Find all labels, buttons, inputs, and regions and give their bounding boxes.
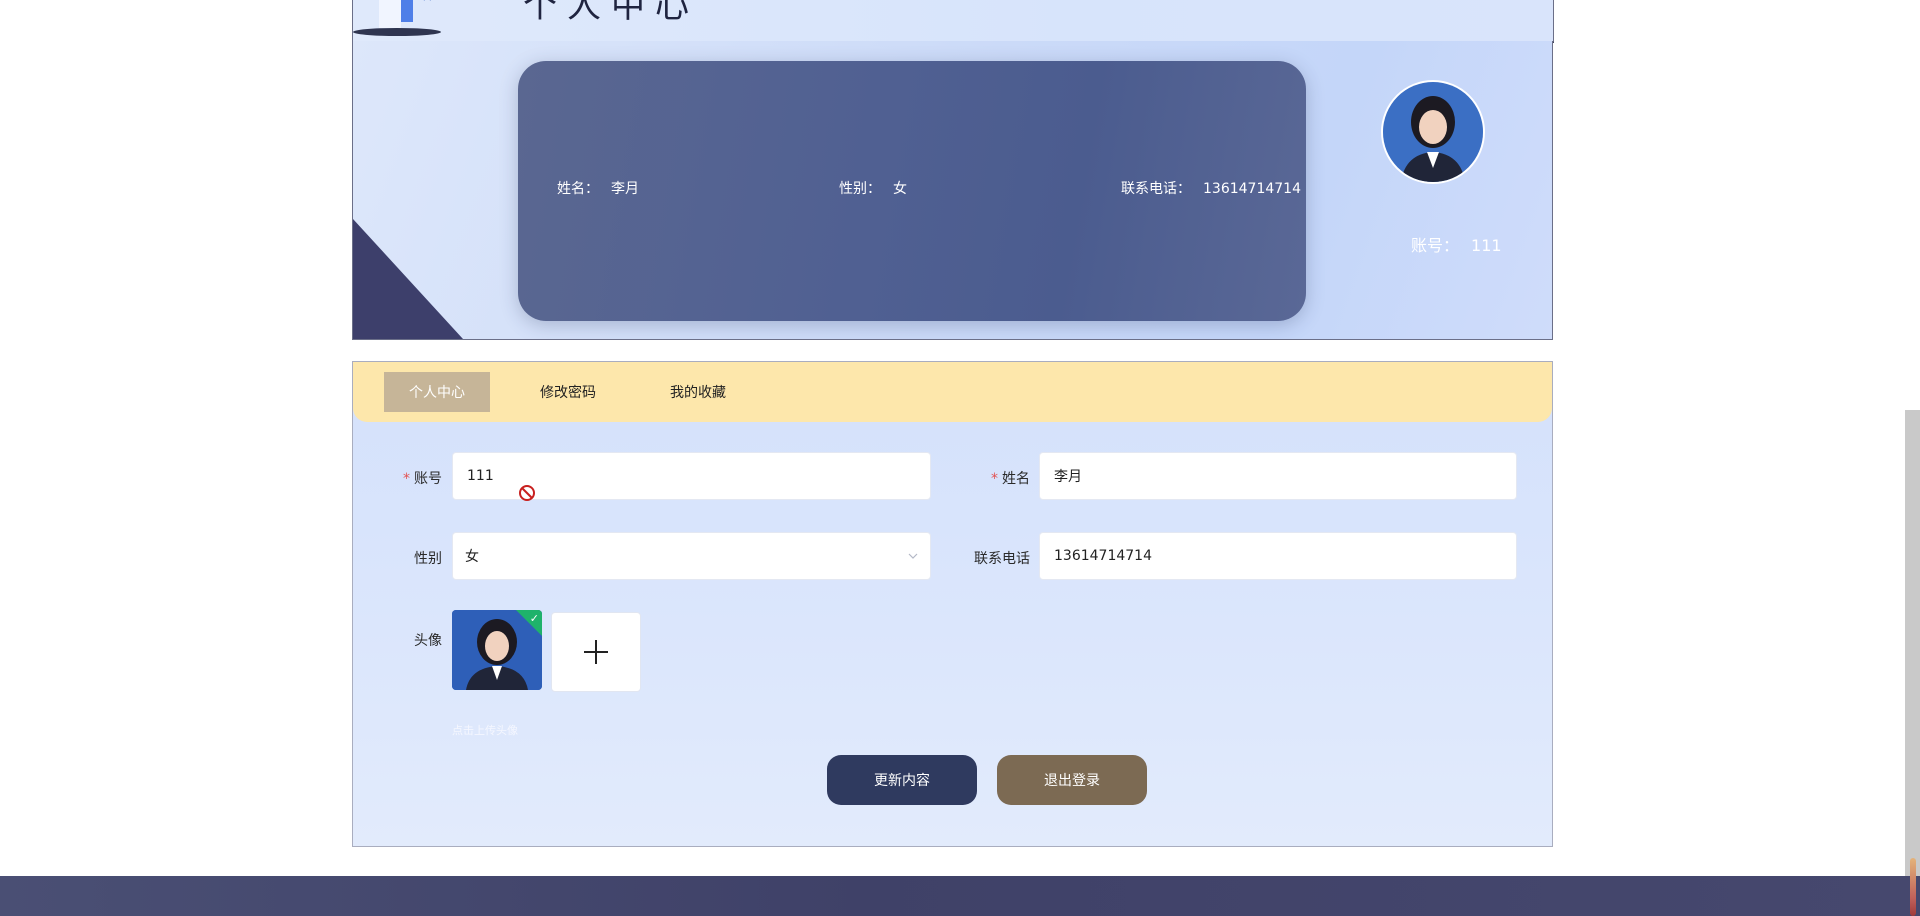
update-button[interactable]: 更新内容 [827, 755, 977, 805]
upload-hint: 点击上传头像 [452, 724, 518, 737]
profile-card: 姓名： 李月 性别： 女 联系电话： 13614714714 账号： 111 [352, 41, 1553, 340]
footer-bar [0, 876, 1920, 916]
tab-my-favorites[interactable]: 我的收藏 [643, 372, 753, 412]
name-input[interactable] [1039, 452, 1517, 500]
avatar-portrait-icon [1383, 82, 1483, 182]
profile-avatar [1383, 82, 1483, 182]
gender-select-value: 女 [465, 549, 479, 565]
check-icon: ✓ [529, 612, 539, 625]
profile-account-label: 账号： [1411, 236, 1460, 255]
profile-phone-label: 联系电话： [1121, 181, 1191, 197]
profile-phone-value: 13614714714 [1203, 181, 1301, 197]
account-input-field[interactable] [465, 467, 918, 485]
logout-button[interactable]: 退出登录 [997, 755, 1147, 805]
page-banner: 个人中心 [352, 0, 1554, 43]
profile-name-value: 李月 [611, 181, 639, 197]
banner-illustration-icon [353, 0, 441, 36]
profile-gender-value: 女 [893, 181, 907, 197]
avatar-field-label: 头像 [414, 633, 442, 649]
gender-field-label: 性别 [414, 551, 442, 567]
account-field-label: * 账号 [403, 471, 442, 487]
name-field-label: * 姓名 [991, 471, 1030, 487]
banner-title: 个人中心 [523, 0, 699, 26]
avatar-upload-button[interactable] [551, 612, 641, 692]
not-allowed-icon [519, 485, 535, 501]
scrollbar-thumb[interactable] [1910, 858, 1916, 916]
profile-account: 账号： 111 [1411, 232, 1502, 256]
profile-gender: 性别： 女 [839, 178, 907, 198]
gender-select[interactable]: 女 [452, 532, 931, 580]
required-star: * [403, 471, 410, 487]
required-star: * [991, 471, 998, 487]
profile-name-label: 姓名： [557, 181, 599, 197]
profile-name: 姓名： 李月 [557, 178, 639, 198]
avatar-thumbnail[interactable]: ✓ [452, 610, 542, 690]
tab-bar: 个人中心 修改密码 我的收藏 [353, 362, 1552, 422]
tab-change-password[interactable]: 修改密码 [513, 372, 623, 412]
chevron-down-icon [908, 553, 918, 559]
profile-account-value: 111 [1471, 236, 1502, 255]
profile-info-card: 姓名： 李月 性别： 女 联系电话： 13614714714 [518, 61, 1306, 321]
phone-field-label: 联系电话 [974, 551, 1030, 567]
profile-phone: 联系电话： 13614714714 [1121, 178, 1301, 198]
tab-personal-center[interactable]: 个人中心 [384, 372, 490, 412]
phone-input-field[interactable] [1052, 547, 1504, 565]
phone-input[interactable] [1039, 532, 1517, 580]
corner-decoration-icon [353, 219, 463, 339]
plus-icon [584, 640, 608, 664]
profile-gender-label: 性别： [839, 181, 881, 197]
name-input-field[interactable] [1052, 467, 1504, 485]
scrollbar-track[interactable] [1905, 410, 1920, 876]
